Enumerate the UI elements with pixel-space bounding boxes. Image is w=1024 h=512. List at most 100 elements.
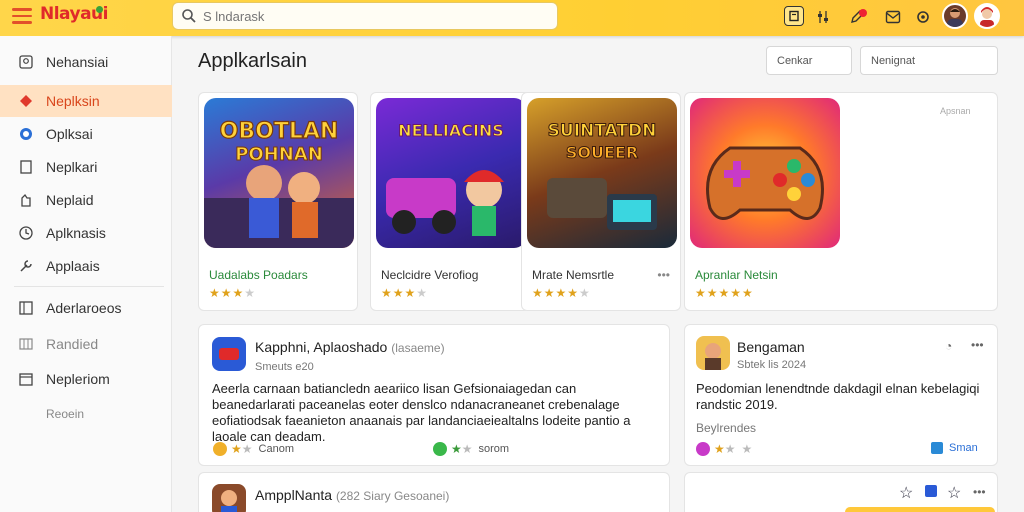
- sidebar-item-more[interactable]: Reoein: [0, 398, 172, 430]
- share-icon: [931, 442, 943, 454]
- menu-icon[interactable]: [12, 8, 32, 26]
- post-card[interactable]: Bengaman Sbtek lis 2024 ◔ ••• Peodomian …: [684, 324, 998, 466]
- heart-icon: [696, 442, 710, 456]
- post-subtitle: (lasaeme): [391, 341, 445, 355]
- filter-button-left[interactable]: Cenkar: [766, 46, 852, 75]
- star-icon: ★: [461, 442, 473, 456]
- edit-icon[interactable]: [846, 6, 868, 28]
- filter-button-right[interactable]: Nenignat: [860, 46, 998, 75]
- rating-stars: ★★★★★: [695, 286, 754, 300]
- star-outline-icon[interactable]: ☆: [947, 483, 961, 503]
- game-art: SUINTATDN SOUEER: [527, 98, 677, 248]
- featured-hint: Apsnan: [940, 106, 971, 116]
- sidebar-item-pages[interactable]: Neplkari: [0, 151, 172, 183]
- sidebar-item-label: Nehansiai: [46, 54, 109, 70]
- post-body: Aeerla carnaan batiancledn aeariico lisa…: [212, 381, 631, 444]
- svg-text:SUINTATDN: SUINTATDN: [548, 121, 657, 141]
- top-bar: Nlayaui: [0, 0, 1024, 36]
- logo-dot: [96, 6, 103, 13]
- star-outline-icon[interactable]: ☆: [899, 483, 913, 503]
- notification-dot: [859, 9, 867, 17]
- post-card[interactable]: ☆ ☆ •••: [684, 472, 998, 512]
- page-icon: [18, 159, 34, 175]
- game-art: NELLIACINS: [376, 98, 526, 248]
- hand-icon: [18, 192, 34, 208]
- featured-name: Apranlar Netsin: [695, 268, 778, 282]
- star-icon: ★: [451, 442, 462, 456]
- featured-name: Uadalabs Poadars: [209, 268, 308, 282]
- sliders-icon[interactable]: [812, 6, 834, 28]
- inbox-icon[interactable]: [882, 6, 904, 28]
- wrench-icon: [18, 258, 34, 274]
- star-icon: ★: [241, 442, 253, 456]
- svg-text:SOUEER: SOUEER: [566, 143, 638, 162]
- featured-card[interactable]: SUINTATDN SOUEER Mrate Nemsrtle ••• ★★★★…: [521, 92, 681, 311]
- featured-card[interactable]: OBOTLAN POHNAN Uadalabs Poadars ★★★★: [198, 92, 358, 311]
- post-body: Peodomian lenendtnde dakdagil elnan kebe…: [696, 381, 980, 412]
- svg-text:POHNAN: POHNAN: [235, 144, 323, 165]
- more-icon[interactable]: •••: [971, 338, 984, 352]
- sidebar-item-apps[interactable]: Neplksin: [0, 85, 172, 117]
- chat-icon[interactable]: ◔: [945, 339, 952, 353]
- post-title-text: AmpplNanta: [255, 487, 333, 503]
- featured-card[interactable]: Apranlar Netsin ★★★★★: [684, 92, 998, 311]
- book-icon[interactable]: [784, 6, 804, 26]
- check-icon: [433, 442, 447, 456]
- sidebar-item-random[interactable]: Randied: [0, 328, 172, 360]
- featured-row: OBOTLAN POHNAN Uadalabs Poadars ★★★★ NEL…: [198, 92, 998, 312]
- post-meta: Sbtek lis 2024: [737, 359, 807, 371]
- post-footer-left: ★ ★ Canom: [213, 442, 294, 456]
- featured-card[interactable]: NELLIACINS Neclcidre Verofiog ★★★★: [370, 92, 530, 311]
- app-icon: [212, 337, 246, 371]
- circle-o-icon: [18, 126, 34, 142]
- grid-icon: [18, 336, 34, 352]
- sidebar-item-label: Aderlaroeos: [46, 300, 122, 316]
- post-footer-right: ★ ★ sorom: [433, 442, 509, 456]
- sidebar-item-label: Oplksai: [46, 126, 93, 142]
- avatar-friend[interactable]: [942, 3, 968, 29]
- sidebar-item-label: Neplaid: [46, 192, 94, 208]
- star-icon: ★: [724, 442, 736, 456]
- game-art: [690, 98, 840, 248]
- sidebar-item-label: Nepleriom: [46, 371, 110, 387]
- star-icon: ★: [231, 442, 242, 456]
- post-footer-label: sorom: [478, 443, 510, 455]
- star-icon: ★: [714, 442, 725, 456]
- sidebar: Nehansiai Neplksin Oplksai Neplkari Nepl…: [0, 36, 172, 512]
- sidebar-item-addons[interactable]: Aderlaroeos: [0, 292, 172, 324]
- table-icon: [18, 300, 34, 316]
- rating-stars: ★★★★: [381, 286, 429, 300]
- post-card[interactable]: Kapphni, Aplaoshado (lasaeme) Smeuts e20…: [198, 324, 670, 466]
- post-title: Kapphni, Aplaoshado (lasaeme): [255, 339, 445, 355]
- users-icon: [18, 54, 34, 70]
- bookmark-icon[interactable]: [925, 485, 937, 497]
- featured-name: Neclcidre Verofiog: [381, 268, 479, 282]
- sidebar-item-label: Aplknasis: [46, 225, 106, 241]
- tag-icon: [18, 93, 34, 109]
- star-icon: ★: [741, 442, 753, 456]
- sidebar-item-tools[interactable]: Applaais: [0, 250, 172, 282]
- settings-icon[interactable]: [912, 6, 934, 28]
- more-icon[interactable]: •••: [973, 485, 986, 499]
- search-bar[interactable]: [172, 2, 558, 30]
- post-card[interactable]: AmpplNanta (282 Siary Gesoanei): [198, 472, 670, 512]
- sidebar-item-calendar[interactable]: Nepleriom: [0, 363, 172, 395]
- avatar-user[interactable]: [974, 3, 1000, 29]
- page-title: Applkarlsain: [198, 50, 307, 72]
- sidebar-item-options[interactable]: Oplksai: [0, 118, 172, 150]
- sidebar-item-label: Applaais: [46, 258, 100, 274]
- share-button[interactable]: Sman: [931, 442, 978, 454]
- app-icon: [212, 484, 246, 512]
- rating-stars: ★★★★★: [532, 286, 591, 300]
- post-title: AmpplNanta (282 Siary Gesoanei): [255, 487, 449, 503]
- rating-stars: ★★★★: [209, 286, 257, 300]
- sidebar-item-history[interactable]: Aplknasis: [0, 217, 172, 249]
- sidebar-item-paid[interactable]: Neplaid: [0, 184, 172, 216]
- svg-text:NELLIACINS: NELLIACINS: [398, 121, 504, 140]
- sidebar-item-users[interactable]: Nehansiai: [0, 46, 172, 78]
- game-art: OBOTLAN POHNAN: [204, 98, 354, 248]
- action-button[interactable]: [845, 507, 995, 512]
- sidebar-item-label: Neplkari: [46, 159, 98, 175]
- more-icon[interactable]: •••: [657, 268, 670, 282]
- search-input[interactable]: [203, 7, 543, 25]
